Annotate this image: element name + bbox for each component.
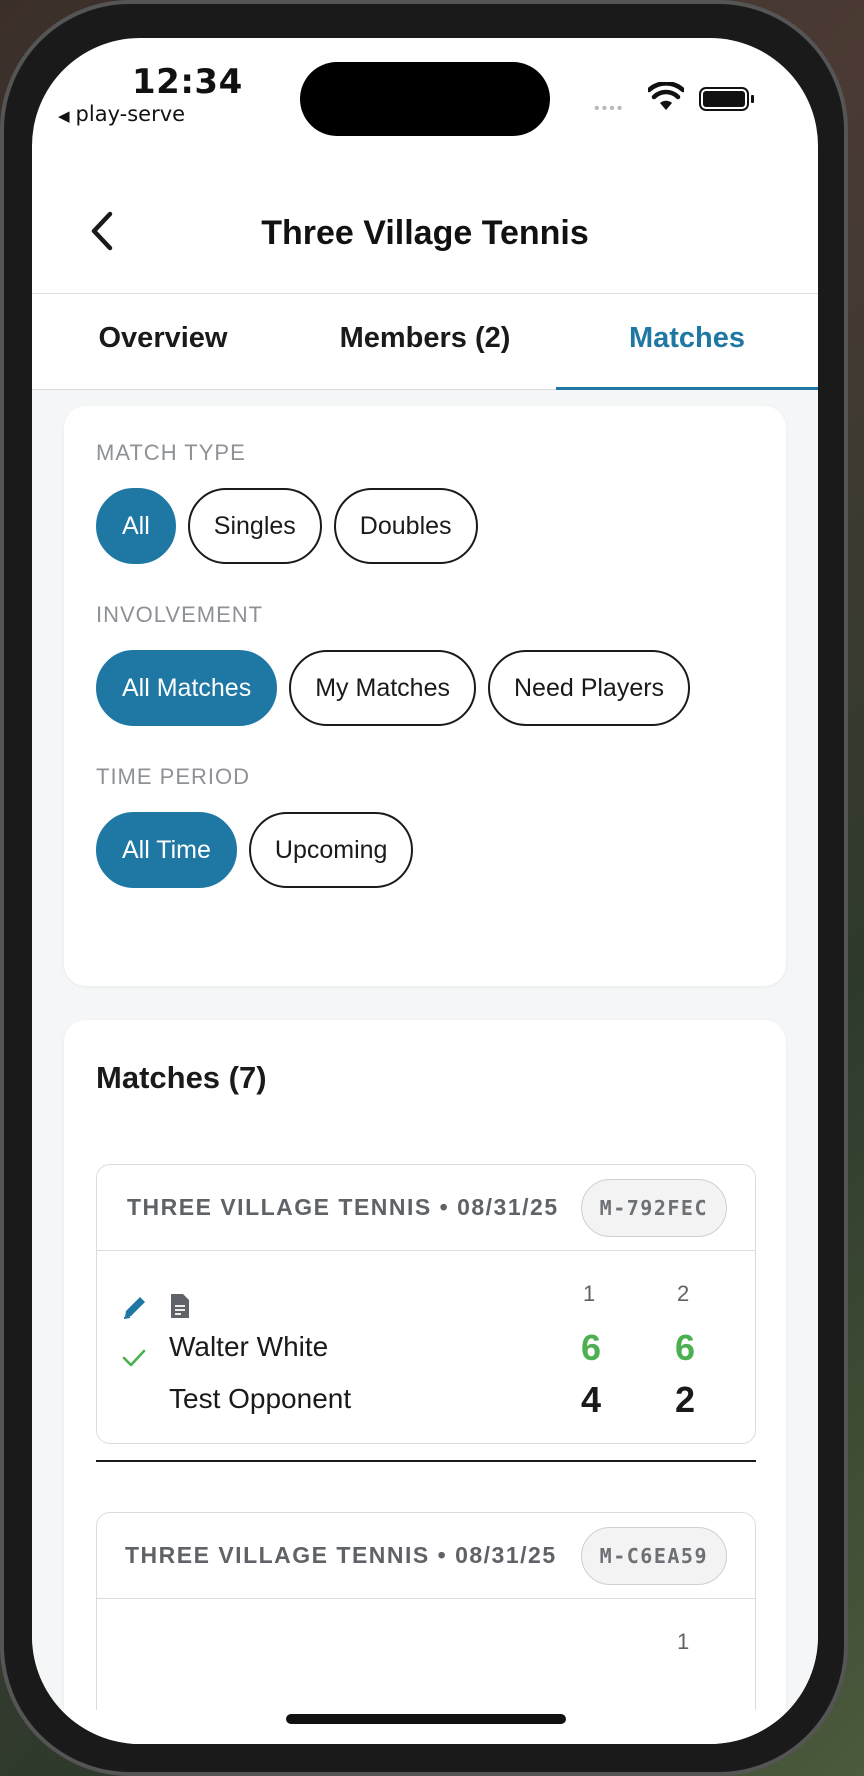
tab-overview[interactable]: Overview — [32, 294, 294, 389]
back-to-app-link[interactable]: ◀ play-serve — [58, 102, 185, 126]
chip-all-time[interactable]: All Time — [96, 812, 237, 888]
match-divider — [96, 1460, 756, 1462]
time-period-label: TIME PERIOD — [96, 764, 251, 789]
tab-members[interactable]: Members (2) — [294, 294, 556, 389]
chip-upcoming[interactable]: Upcoming — [248, 812, 414, 888]
score-cell: 4 — [580, 1379, 602, 1420]
chip-singles[interactable]: Singles — [187, 488, 322, 564]
time-period-chips: All Time Upcoming — [96, 812, 754, 888]
involvement-chips: All Matches My Matches Need Players — [96, 650, 754, 726]
score-cell: 2 — [674, 1379, 696, 1420]
chip-need-players[interactable]: Need Players — [487, 650, 691, 726]
home-indicator[interactable] — [286, 1714, 566, 1724]
match-header: THREE VILLAGE TENNIS • 08/31/25 M-792FEC — [97, 1165, 755, 1251]
dynamic-island — [300, 62, 550, 136]
cellular-signal-icon: •••• — [594, 100, 625, 117]
match-id-badge: M-792FEC — [580, 1179, 727, 1237]
nav-header: Three Village Tennis — [32, 148, 818, 294]
match-body: 1 — [97, 1599, 755, 1710]
match-body: 1 2 Walter White 6 6 Test Opponent 4 2 — [97, 1251, 755, 1443]
match-header-text: THREE VILLAGE TENNIS • 08/31/25 — [125, 1542, 557, 1568]
filters-card: MATCH TYPE All Singles Doubles INVOLVEME… — [64, 406, 786, 986]
match-header: THREE VILLAGE TENNIS • 08/31/25 M-C6EA59 — [97, 1513, 755, 1599]
score-cell: 6 — [674, 1327, 696, 1368]
edit-pencil-icon[interactable] — [121, 1293, 149, 1321]
player-name-winner: Walter White — [169, 1331, 329, 1362]
wifi-icon — [648, 82, 684, 110]
involvement-label: INVOLVEMENT — [96, 602, 264, 627]
match-card[interactable]: THREE VILLAGE TENNIS • 08/31/25 M-792FEC… — [96, 1164, 756, 1444]
set-header: 1 — [677, 1629, 690, 1654]
status-bar: 12:34 ◀ play-serve •••• — [32, 38, 818, 148]
match-card[interactable]: THREE VILLAGE TENNIS • 08/31/25 M-C6EA59… — [96, 1512, 756, 1710]
matches-card: Matches (7) THREE VILLAGE TENNIS • 08/31… — [64, 1020, 786, 1710]
player-name-opponent: Test Opponent — [169, 1383, 352, 1414]
matches-content[interactable]: MATCH TYPE All Singles Doubles INVOLVEME… — [32, 390, 818, 1710]
back-triangle-icon: ◀ — [58, 107, 70, 125]
set-header: 1 — [583, 1281, 596, 1306]
match-type-label: MATCH TYPE — [96, 440, 246, 465]
chip-my-matches[interactable]: My Matches — [289, 650, 476, 726]
chip-all[interactable]: All — [96, 488, 176, 564]
status-time: 12:34 — [132, 62, 243, 102]
match-type-chips: All Singles Doubles — [96, 488, 754, 564]
page-title: Three Village Tennis — [261, 214, 589, 252]
check-icon — [122, 1349, 146, 1367]
score-cell: 6 — [580, 1327, 602, 1368]
battery-icon — [699, 87, 754, 111]
tab-bar: Overview Members (2) Matches — [32, 294, 818, 391]
chip-doubles[interactable]: Doubles — [333, 488, 478, 564]
device-frame: 12:34 ◀ play-serve •••• Three Village Ten… — [0, 0, 848, 1776]
match-id-badge: M-C6EA59 — [580, 1527, 727, 1585]
tab-matches[interactable]: Matches — [556, 294, 818, 391]
document-icon[interactable] — [169, 1293, 191, 1319]
back-app-label: play-serve — [75, 102, 186, 126]
match-header-text: THREE VILLAGE TENNIS • 08/31/25 — [127, 1194, 559, 1220]
app-screen: 12:34 ◀ play-serve •••• Three Village Ten… — [32, 38, 818, 1744]
chip-all-matches[interactable]: All Matches — [96, 650, 278, 726]
set-header: 2 — [677, 1281, 690, 1306]
matches-title: Matches (7) — [96, 1060, 267, 1095]
